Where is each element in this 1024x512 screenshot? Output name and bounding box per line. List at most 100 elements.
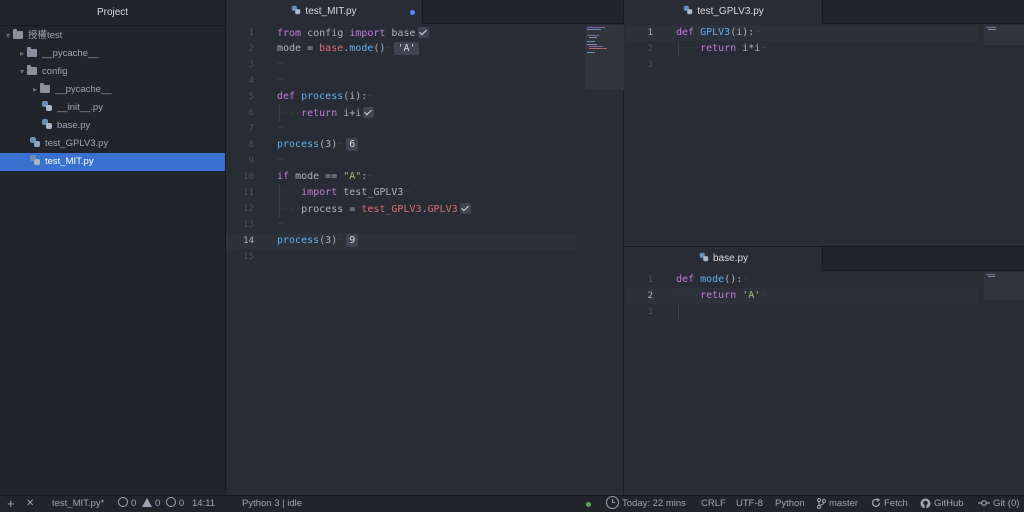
tree-item-root-folder[interactable]: ▾ 授權test [0, 27, 225, 45]
minimap[interactable] [585, 25, 624, 90]
time-tracker-label: Today: 22 mins [622, 498, 686, 509]
code-line: 1 from config import base [226, 25, 623, 41]
code-editor[interactable]: 1 def GPLV3(i):¬ 2 ····return i*i¬ 3 [625, 25, 1024, 246]
line-number: 5 [248, 92, 254, 102]
status-bar: + ✕ test_MIT.py* 0 0 0 14:11 Python 3 | … [0, 495, 1024, 512]
github-label: GitHub [934, 498, 964, 509]
line-ending-selector[interactable]: CRLF [701, 496, 726, 512]
minimap[interactable] [984, 25, 1024, 45]
chevron-down-icon[interactable]: ▾ [17, 63, 27, 81]
status-file-name[interactable]: test_MIT.py* [52, 496, 104, 512]
editor-pane-right-bottom: base.py 1 def mode():¬ 2 ····return 'A'¬ 3 [625, 247, 1024, 495]
code-line: 4 ¬ [226, 73, 623, 89]
add-icon[interactable]: + [7, 496, 15, 512]
tree-item-base-file[interactable]: base.py [0, 117, 225, 135]
error-icon [118, 497, 128, 508]
inline-result: 6 [346, 138, 359, 151]
line-number: 2 [248, 44, 254, 54]
line-number: 13 [243, 220, 254, 230]
python-icon [699, 252, 709, 262]
code-line: 7 ¬ [226, 121, 623, 137]
code-line: 5 def process(i):¬ [226, 89, 623, 105]
chevron-down-icon[interactable]: ▾ [3, 27, 13, 45]
checkmark-icon [417, 27, 429, 38]
code-line: 3 [625, 57, 1024, 73]
code-editor[interactable]: 1 def mode():¬ 2 ····return 'A'¬ 3 [625, 272, 1024, 495]
line-number: 9 [248, 156, 254, 166]
git-button[interactable]: Git (0) [978, 496, 1019, 512]
line-number: 4 [248, 76, 254, 86]
time-tracker[interactable]: Today: 22 mins [606, 495, 686, 512]
python-modified-icon [30, 137, 41, 147]
tree-view-title: Project [0, 0, 225, 26]
line-number: 8 [248, 140, 254, 150]
code-line: 11 ····import test_GPLV3¬ [226, 185, 623, 201]
checkmark-icon [363, 107, 375, 118]
tree-item-gplv3-file[interactable]: test_GPLV3.py [0, 135, 225, 153]
line-number: 6 [248, 108, 254, 118]
tab-bar: test_GPLV3.py [625, 0, 1024, 24]
line-number: 7 [248, 124, 254, 134]
editor-pane-left: test_MIT.py 1 from config import base 2 mo… [226, 0, 624, 495]
inline-result: 9 [346, 234, 359, 247]
cursor-position[interactable]: 14:11 [192, 496, 215, 512]
tab-test-mit[interactable]: test_MIT.py [226, 0, 423, 24]
tab-base[interactable]: base.py [625, 247, 823, 271]
line-number: 12 [243, 204, 254, 214]
modified-indicator-icon[interactable] [410, 10, 415, 15]
git-label: Git (0) [993, 498, 1020, 509]
folder-icon [13, 29, 23, 39]
code-line-active: 1 def GPLV3(i):¬ [625, 25, 977, 41]
tab-label: test_MIT.py [305, 6, 357, 17]
code-line-active: 2 ····return 'A'¬ [625, 288, 977, 304]
minimap[interactable] [984, 272, 1024, 300]
sync-icon [871, 498, 881, 508]
python-icon [30, 155, 40, 165]
code-line: 10 if mode == "A":¬ [226, 169, 623, 185]
tree-item-config-folder[interactable]: ▾ config [0, 63, 225, 81]
line-number: 2 [647, 291, 653, 301]
github-button[interactable]: GitHub [920, 496, 964, 512]
tab-test-gplv3[interactable]: test_GPLV3.py [625, 0, 823, 24]
inline-result: 'A' [394, 42, 419, 55]
line-number: 1 [647, 275, 653, 285]
tree-item-init-file[interactable]: __init__.py [0, 99, 225, 117]
grammar-selector[interactable]: Python [775, 496, 805, 512]
line-number: 1 [248, 28, 254, 38]
folder-icon [27, 47, 37, 57]
encoding-selector[interactable]: UTF-8 [736, 496, 763, 512]
code-line: 15 [226, 249, 623, 265]
code-line: 2 mode = base.mode()¬ 'A' [226, 41, 623, 57]
python-icon [42, 119, 52, 129]
code-editor[interactable]: 1 from config import base 2 mode = base.mo… [226, 25, 624, 495]
kernel-status[interactable]: Python 3 | idle [242, 496, 302, 512]
code-line: 8 process(3)¬ 6 [226, 137, 623, 153]
code-line: 9 ¬ [226, 153, 623, 169]
chevron-right-icon[interactable]: ▸ [17, 45, 27, 63]
line-number: 10 [243, 172, 254, 182]
info-icon [165, 497, 176, 508]
folder-icon [27, 65, 37, 75]
line-number: 3 [647, 60, 653, 70]
close-icon[interactable]: ✕ [26, 496, 34, 512]
line-number: 15 [243, 252, 254, 262]
info-count: 0 [178, 498, 185, 509]
tree-item-pycache-folder[interactable]: ▸ __pycache__ [0, 45, 225, 63]
status-dot-icon [586, 502, 591, 507]
tree-item-label: test_GPLV3.py [45, 138, 109, 149]
python-icon [42, 101, 52, 111]
python-icon [683, 5, 693, 15]
tab-label: test_GPLV3.py [697, 6, 764, 17]
chevron-right-icon[interactable]: ▸ [30, 81, 40, 99]
branch-selector[interactable]: master [817, 496, 858, 512]
line-number: 14 [243, 236, 254, 246]
linter-summary[interactable]: 0 0 0 [118, 496, 184, 512]
warning-count: 0 [154, 498, 161, 509]
code-line: 2 ····return i*i¬ [625, 41, 1024, 57]
tree-item-label: __init__.py [57, 102, 103, 113]
code-line: 3 ¬ [226, 57, 623, 73]
tree-item-mit-file[interactable]: test_MIT.py [0, 153, 225, 171]
tree-item-config-pycache-folder[interactable]: ▸ __pycache__ [0, 81, 225, 99]
fetch-button[interactable]: Fetch [871, 496, 908, 512]
tab-bar: test_MIT.py [226, 0, 623, 24]
